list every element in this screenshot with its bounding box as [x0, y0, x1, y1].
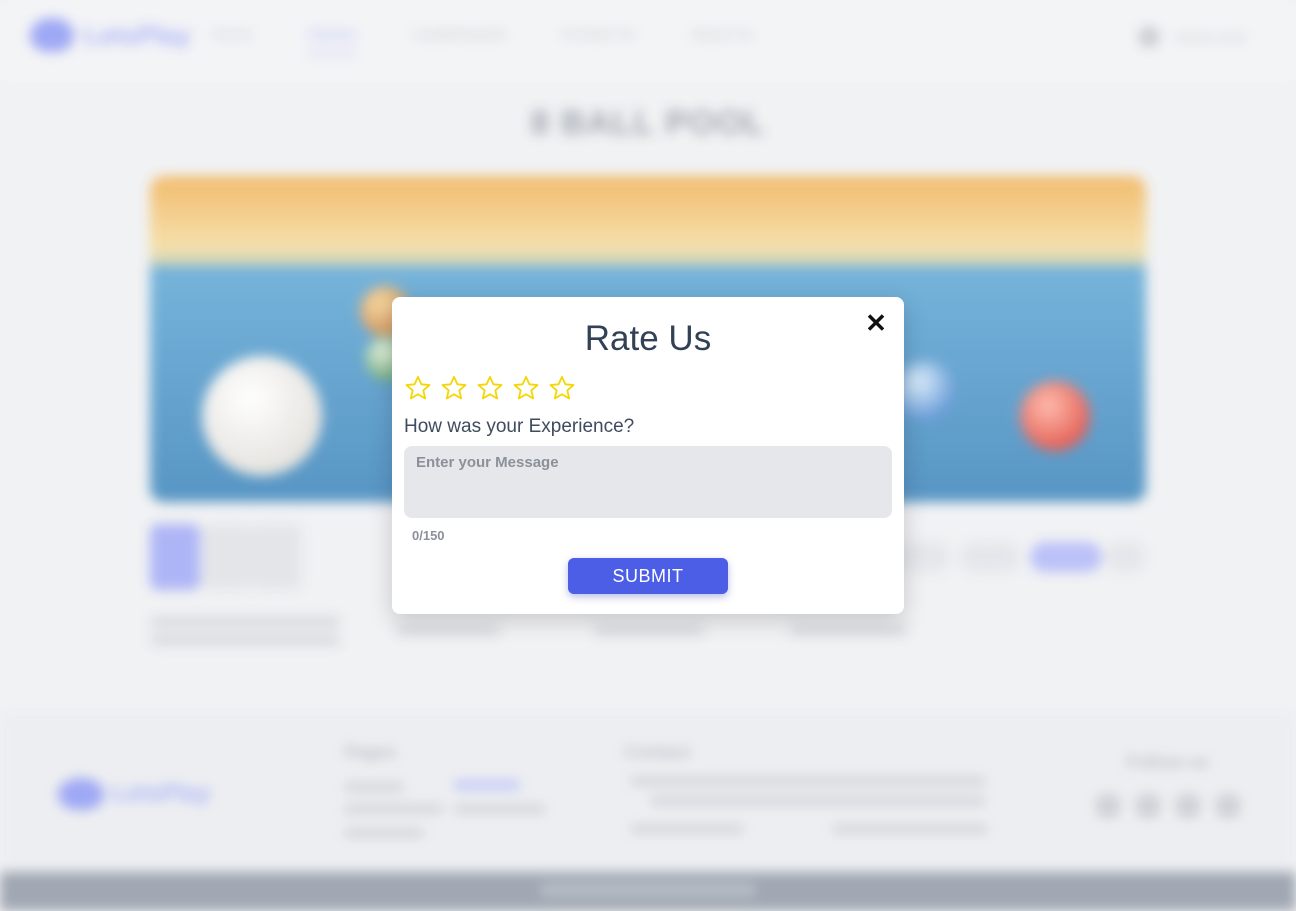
message-textarea[interactable] [404, 446, 892, 518]
star-icon[interactable] [548, 373, 576, 403]
experience-question: How was your Experience? [404, 416, 635, 437]
rate-us-modal: ✕ Rate Us How was your Experience? 0/150… [392, 297, 904, 614]
star-icon[interactable] [440, 373, 468, 403]
submit-button[interactable]: SUBMIT [568, 558, 728, 594]
star-icon[interactable] [512, 373, 540, 403]
star-icon[interactable] [404, 373, 432, 403]
modal-title: Rate Us [584, 319, 712, 358]
star-rating[interactable] [404, 373, 576, 403]
character-counter: 0/150 [412, 528, 445, 543]
star-icon[interactable] [476, 373, 504, 403]
